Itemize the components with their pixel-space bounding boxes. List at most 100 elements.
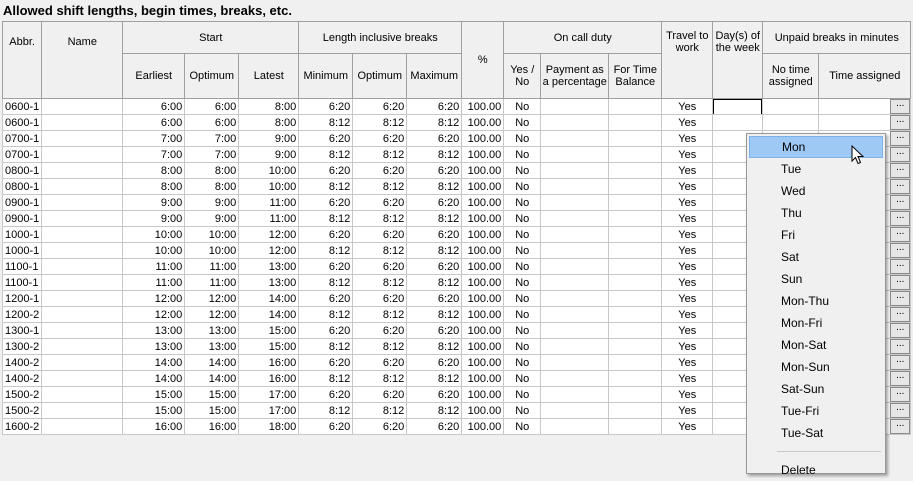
cell-travel[interactable]: Yes <box>661 354 714 371</box>
menu-item-wed[interactable]: Wed <box>749 180 883 202</box>
cell-travel[interactable]: Yes <box>661 290 714 307</box>
ellipsis-button[interactable]: ... <box>890 243 910 258</box>
cell-days[interactable] <box>712 98 764 115</box>
cell-length-optimum[interactable]: 8:12 <box>352 178 408 195</box>
cell-percent[interactable]: 100.00 <box>461 418 505 435</box>
cell-length-maximum[interactable]: 8:12 <box>406 178 463 195</box>
cell-travel[interactable]: Yes <box>661 258 714 275</box>
cell-start-earliest[interactable]: 13:00 <box>122 338 186 355</box>
col-header-travel[interactable]: Travel to work <box>661 21 714 99</box>
cell-length-optimum[interactable]: 6:20 <box>352 290 408 307</box>
cell-start-optimum[interactable]: 6:00 <box>184 98 240 115</box>
cell-start-latest[interactable]: 13:00 <box>238 274 300 291</box>
cell-percent[interactable]: 100.00 <box>461 338 505 355</box>
cell-oncall-payment[interactable] <box>540 242 610 259</box>
col-header-name[interactable]: Name <box>41 21 124 99</box>
ellipsis-button[interactable]: ... <box>890 323 910 338</box>
cell-travel[interactable]: Yes <box>661 194 714 211</box>
cell-percent[interactable]: 100.00 <box>461 402 505 419</box>
cell-start-latest[interactable]: 14:00 <box>238 306 300 323</box>
cell-length-optimum[interactable]: 8:12 <box>352 274 408 291</box>
menu-item-tue-sat[interactable]: Tue-Sat <box>749 422 883 444</box>
cell-length-maximum[interactable]: 8:12 <box>406 402 463 419</box>
cell-oncall-payment[interactable] <box>540 178 610 195</box>
ellipsis-button[interactable]: ... <box>890 99 910 114</box>
cell-abbr[interactable]: 1100-1 <box>1 274 43 291</box>
cell-oncall-yesno[interactable]: No <box>503 370 542 387</box>
cell-length-maximum[interactable]: 8:12 <box>406 306 463 323</box>
cell-start-latest[interactable]: 15:00 <box>238 338 300 355</box>
cell-oncall-yesno[interactable]: No <box>503 338 542 355</box>
cell-oncall-yesno[interactable]: No <box>503 274 542 291</box>
cell-oncall-timebalance[interactable] <box>608 418 663 435</box>
cell-length-maximum[interactable]: 6:20 <box>406 130 463 147</box>
cell-start-latest[interactable]: 12:00 <box>238 226 300 243</box>
menu-item-mon-fri[interactable]: Mon-Fri <box>749 312 883 334</box>
cell-length-minimum[interactable]: 6:20 <box>298 98 354 115</box>
cell-start-optimum[interactable]: 7:00 <box>184 146 240 163</box>
cell-percent[interactable]: 100.00 <box>461 130 505 147</box>
cell-length-optimum[interactable]: 6:20 <box>352 386 408 403</box>
cell-start-optimum[interactable]: 6:00 <box>184 114 240 131</box>
cell-length-minimum[interactable]: 6:20 <box>298 162 354 179</box>
cell-length-minimum[interactable]: 8:12 <box>298 274 354 291</box>
menu-item-mon-sat[interactable]: Mon-Sat <box>749 334 883 356</box>
cell-abbr[interactable]: 1400-2 <box>1 370 43 387</box>
cell-percent[interactable]: 100.00 <box>461 370 505 387</box>
cell-start-latest[interactable]: 17:00 <box>238 402 300 419</box>
cell-length-minimum[interactable]: 8:12 <box>298 338 354 355</box>
cell-oncall-timebalance[interactable] <box>608 354 663 371</box>
cell-start-optimum[interactable]: 9:00 <box>184 210 240 227</box>
cell-travel[interactable]: Yes <box>661 130 714 147</box>
cell-oncall-payment[interactable] <box>540 402 610 419</box>
cell-oncall-timebalance[interactable] <box>608 274 663 291</box>
cell-length-optimum[interactable]: 8:12 <box>352 114 408 131</box>
cell-travel[interactable]: Yes <box>661 146 714 163</box>
cell-oncall-payment[interactable] <box>540 306 610 323</box>
cell-length-maximum[interactable]: 6:20 <box>406 386 463 403</box>
cell-start-optimum[interactable]: 13:00 <box>184 322 240 339</box>
cell-travel[interactable]: Yes <box>661 242 714 259</box>
days-cell-editor[interactable] <box>713 99 762 114</box>
cell-unpaid-timeassigned[interactable]: ... <box>818 98 912 115</box>
cell-name[interactable] <box>41 418 124 435</box>
cell-oncall-timebalance[interactable] <box>608 370 663 387</box>
cell-length-optimum[interactable]: 8:12 <box>352 146 408 163</box>
cell-length-maximum[interactable]: 8:12 <box>406 114 463 131</box>
cell-start-earliest[interactable]: 10:00 <box>122 242 186 259</box>
cell-length-minimum[interactable]: 6:20 <box>298 194 354 211</box>
cell-travel[interactable]: Yes <box>661 210 714 227</box>
cell-name[interactable] <box>41 162 124 179</box>
cell-abbr[interactable]: 0700-1 <box>1 146 43 163</box>
cell-abbr[interactable]: 1100-1 <box>1 258 43 275</box>
cell-name[interactable] <box>41 146 124 163</box>
table-row[interactable]: 0600-1 6:00 6:00 8:00 6:20 6:20 6:20 100.00 No Ye… <box>1 98 912 115</box>
menu-item-thu[interactable]: Thu <box>749 202 883 224</box>
cell-length-maximum[interactable]: 6:20 <box>406 162 463 179</box>
menu-item-sat-sun[interactable]: Sat-Sun <box>749 378 883 400</box>
cell-start-optimum[interactable]: 7:00 <box>184 130 240 147</box>
cell-oncall-payment[interactable] <box>540 290 610 307</box>
cell-percent[interactable]: 100.00 <box>461 98 505 115</box>
menu-item-fri[interactable]: Fri <box>749 224 883 246</box>
cell-length-maximum[interactable]: 8:12 <box>406 210 463 227</box>
ellipsis-button[interactable]: ... <box>890 163 910 178</box>
cell-start-optimum[interactable]: 12:00 <box>184 306 240 323</box>
cell-oncall-payment[interactable] <box>540 322 610 339</box>
cell-length-maximum[interactable]: 6:20 <box>406 258 463 275</box>
cell-length-maximum[interactable]: 6:20 <box>406 354 463 371</box>
cell-start-optimum[interactable]: 14:00 <box>184 354 240 371</box>
cell-oncall-yesno[interactable]: No <box>503 306 542 323</box>
cell-travel[interactable]: Yes <box>661 226 714 243</box>
cell-start-optimum[interactable]: 8:00 <box>184 162 240 179</box>
cell-length-minimum[interactable]: 8:12 <box>298 146 354 163</box>
cell-travel[interactable]: Yes <box>661 370 714 387</box>
cell-oncall-payment[interactable] <box>540 98 610 115</box>
cell-length-minimum[interactable]: 6:20 <box>298 258 354 275</box>
cell-name[interactable] <box>41 194 124 211</box>
cell-abbr[interactable]: 0900-1 <box>1 194 43 211</box>
ellipsis-button[interactable]: ... <box>890 227 910 242</box>
cell-start-earliest[interactable]: 8:00 <box>122 178 186 195</box>
cell-name[interactable] <box>41 338 124 355</box>
col-header-length-maximum[interactable]: Maximum <box>406 53 463 99</box>
